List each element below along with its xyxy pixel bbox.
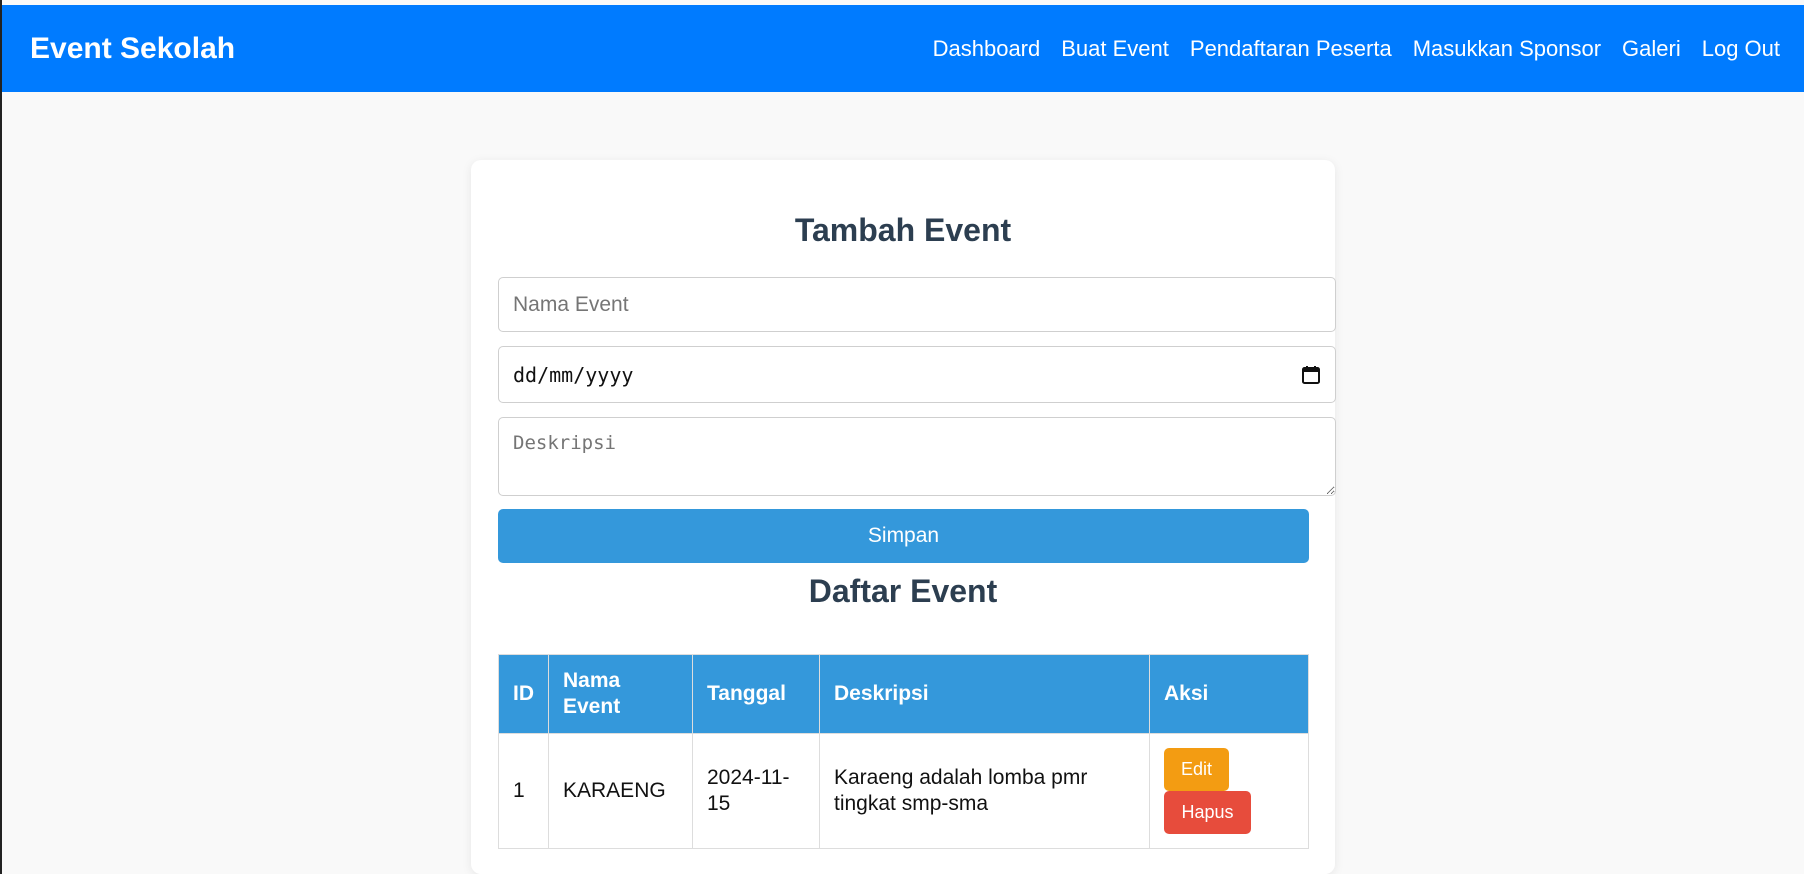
nav-link-galeri[interactable]: Galeri <box>1622 36 1681 62</box>
col-header-aksi: Aksi <box>1149 654 1309 734</box>
edit-button[interactable]: Edit <box>1164 748 1229 791</box>
event-name-input[interactable] <box>498 277 1336 332</box>
calendar-icon[interactable] <box>1301 365 1321 385</box>
col-header-tanggal: Tanggal <box>692 654 820 734</box>
col-header-id: ID <box>498 654 549 734</box>
cell-date: 2024-11-15 <box>692 733 820 849</box>
nav-link-dashboard[interactable]: Dashboard <box>933 36 1041 62</box>
date-placeholder: dd/mm/yyyy <box>513 362 634 387</box>
save-button[interactable]: Simpan <box>498 509 1309 563</box>
col-header-nama-event: Nama Event <box>548 654 693 734</box>
cell-name: KARAENG <box>548 733 693 849</box>
table-row: 1 KARAENG 2024-11-15 Karaeng adalah lomb… <box>498 733 1309 849</box>
nav-links: Dashboard Buat Event Pendaftaran Peserta… <box>933 36 1780 62</box>
top-navbar: Event Sekolah Dashboard Buat Event Penda… <box>2 5 1804 92</box>
brand-title: Event Sekolah <box>30 31 236 65</box>
form-title: Tambah Event <box>794 212 1012 248</box>
nav-link-buat-event[interactable]: Buat Event <box>1061 36 1169 62</box>
nav-link-log-out[interactable]: Log Out <box>1702 36 1780 62</box>
nav-link-masukkan-sponsor[interactable]: Masukkan Sponsor <box>1413 36 1601 62</box>
window-edge <box>0 0 2 874</box>
col-header-deskripsi: Deskripsi <box>819 654 1150 734</box>
nav-link-pendaftaran-peserta[interactable]: Pendaftaran Peserta <box>1190 36 1392 62</box>
cell-id: 1 <box>498 733 549 849</box>
delete-button[interactable]: Hapus <box>1164 791 1251 834</box>
cell-description: Karaeng adalah lomba pmr tingkat smp-sma <box>819 733 1150 849</box>
event-description-input[interactable] <box>498 417 1336 496</box>
event-date-input[interactable]: dd/mm/yyyy <box>498 346 1336 403</box>
list-title: Daftar Event <box>808 573 998 609</box>
event-card: Tambah Event dd/mm/yyyy Simpan Daftar Ev… <box>471 160 1336 874</box>
table-header-row: ID Nama Event Tanggal Deskripsi Aksi <box>498 654 1309 734</box>
cell-actions: Edit Hapus <box>1149 733 1309 849</box>
events-table: ID Nama Event Tanggal Deskripsi Aksi 1 K… <box>498 654 1309 849</box>
